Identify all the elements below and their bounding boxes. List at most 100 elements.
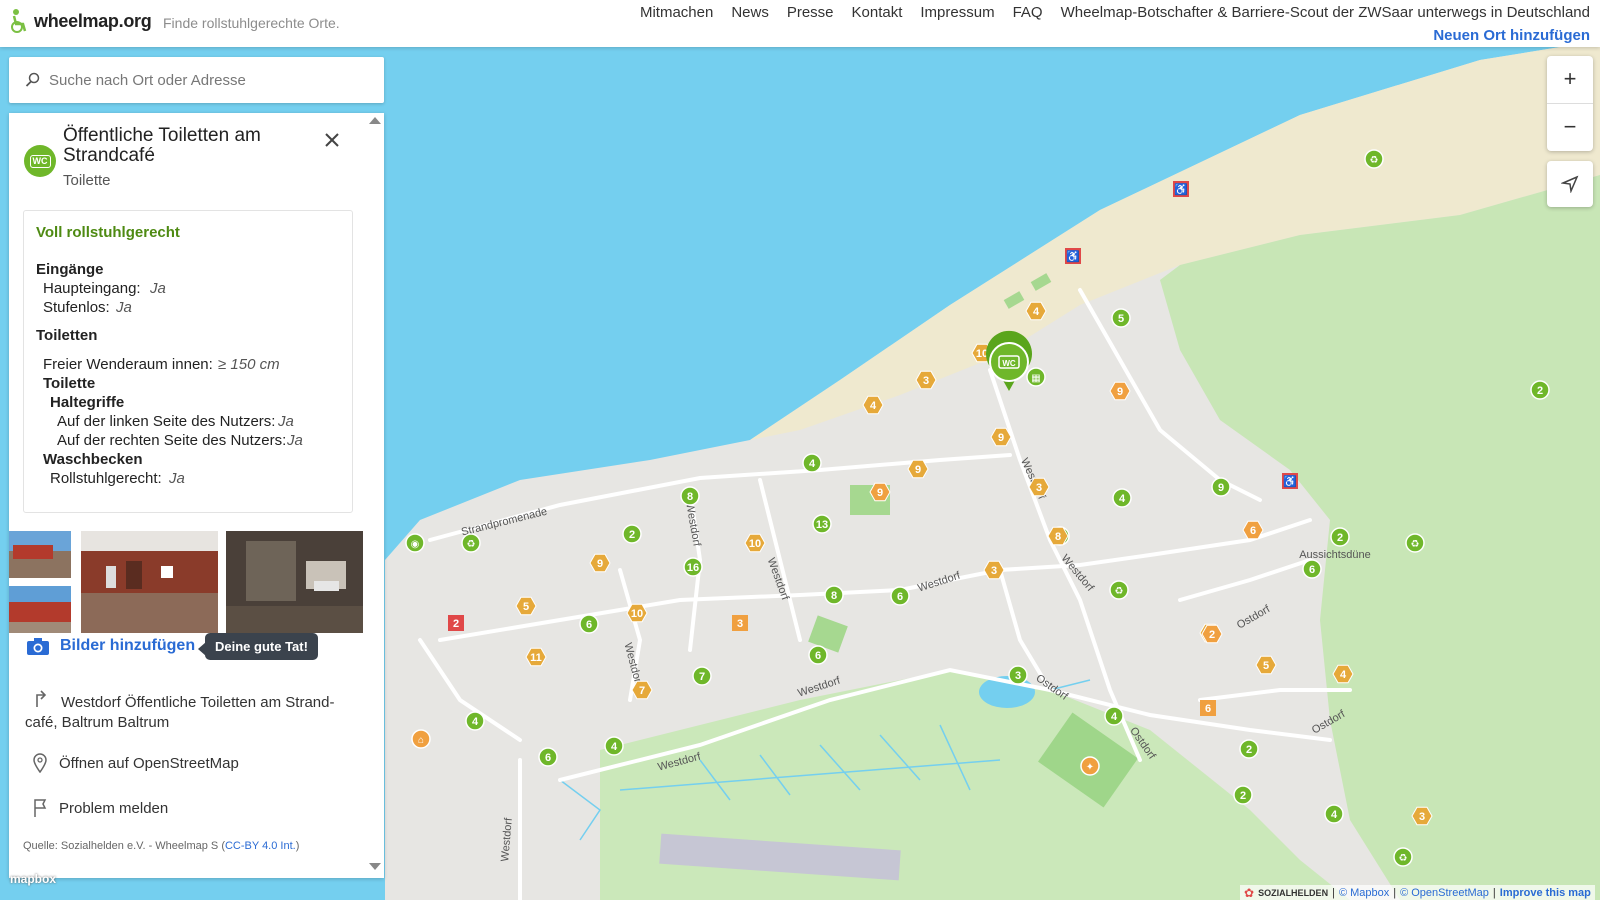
cluster-marker-yellow[interactable]: 3 [983, 560, 1005, 580]
recycling-marker-icon[interactable]: ♻ [1393, 847, 1413, 867]
close-icon[interactable] [322, 130, 342, 150]
photo-thumbnail[interactable] [81, 531, 218, 633]
mapbox-logo[interactable]: mapbox [10, 872, 56, 886]
cluster-marker-green[interactable]: 2 [622, 524, 642, 544]
recycling-marker-icon[interactable]: ♻ [1405, 533, 1425, 553]
cluster-marker-green[interactable]: 6 [890, 586, 910, 606]
cluster-marker-yellow[interactable]: 10 [744, 533, 766, 553]
cluster-marker-yellow[interactable]: 9 [907, 459, 929, 479]
street-label: Aussichtsdüne [1299, 549, 1371, 561]
cluster-marker-yellow[interactable]: 3 [1028, 477, 1050, 497]
cluster-marker-yellow[interactable]: 5 [515, 596, 537, 616]
osm-attribution-link[interactable]: © OpenStreetMap [1400, 887, 1489, 899]
cluster-marker-green[interactable]: 6 [579, 614, 599, 634]
svg-text:3: 3 [1036, 482, 1042, 494]
svg-text:10: 10 [631, 608, 643, 620]
cluster-marker-yellow[interactable]: 10 [626, 603, 648, 623]
home-marker-icon[interactable]: ⌂ [411, 729, 431, 749]
cluster-marker-green[interactable]: 6 [1302, 559, 1322, 579]
locate-me-button[interactable] [1547, 161, 1593, 207]
svg-text:16: 16 [687, 562, 699, 574]
photo-thumbnail[interactable] [9, 586, 71, 633]
cluster-marker-green[interactable]: 16 [683, 557, 703, 577]
svg-text:9: 9 [597, 558, 603, 570]
sozialhelden-label[interactable]: SOZIALHELDEN [1258, 888, 1328, 898]
add-place-link[interactable]: Neuen Ort hinzufügen [1433, 27, 1590, 44]
cluster-marker-yellow[interactable]: 7 [631, 680, 653, 700]
cluster-marker-yellow[interactable]: 5 [1255, 655, 1277, 675]
cluster-marker-green[interactable]: 6 [808, 645, 828, 665]
svg-text:3: 3 [737, 618, 743, 630]
attr-value: Ja [169, 470, 185, 487]
nav-mitmachen[interactable]: Mitmachen [640, 4, 713, 21]
cluster-marker-green[interactable]: 8 [680, 486, 700, 506]
nav-presse[interactable]: Presse [787, 4, 834, 21]
zoom-out-button[interactable]: − [1547, 104, 1593, 150]
license-link[interactable]: CC-BY 4.0 Int. [225, 840, 296, 852]
svg-text:♻: ♻ [1115, 586, 1124, 597]
cluster-marker-green[interactable]: 4 [802, 453, 822, 473]
cluster-marker-green[interactable]: 6 [538, 747, 558, 767]
photo-thumbnail[interactable] [226, 531, 363, 633]
nav-news[interactable]: News [731, 4, 769, 21]
cluster-marker-yellow[interactable]: 4 [1332, 664, 1354, 684]
cluster-marker-green[interactable]: 2 [1233, 785, 1253, 805]
cluster-marker-yellow[interactable]: 9 [589, 553, 611, 573]
cluster-marker-green[interactable]: 3 [1008, 665, 1028, 685]
cluster-marker-square[interactable]: 3 [732, 615, 748, 631]
sports-marker-icon[interactable]: ✦ [1080, 756, 1100, 776]
add-photos-button[interactable]: Bilder hinzufügen [26, 636, 195, 656]
cluster-marker-orange[interactable]: 6 [1242, 520, 1264, 540]
cluster-marker-green[interactable]: 2 [1530, 380, 1550, 400]
cluster-marker-orange[interactable]: 9 [1109, 381, 1131, 401]
nav-impressum[interactable]: Impressum [920, 4, 994, 21]
camera-marker-icon[interactable]: ◉ [405, 533, 425, 553]
cluster-marker-green[interactable]: 4 [465, 711, 485, 731]
cluster-marker-yellow[interactable]: 11 [525, 647, 547, 667]
mapbox-attribution-link[interactable]: © Mapbox [1339, 887, 1389, 899]
building-red-marker-icon[interactable]: ♿ [1282, 473, 1298, 489]
cluster-marker-yellow[interactable]: 4 [862, 395, 884, 415]
wheelchair-marker-icon[interactable]: ♿ [1173, 181, 1189, 197]
cluster-marker-square[interactable]: 6 [1200, 700, 1216, 716]
cluster-marker-yellow[interactable]: 3 [1411, 806, 1433, 826]
wheelchair-marker-icon[interactable]: ♿ [1065, 248, 1081, 264]
cluster-marker-green[interactable]: 7 [692, 666, 712, 686]
nav-faq[interactable]: FAQ [1013, 4, 1043, 21]
recycling-marker-icon[interactable]: ♻ [1109, 580, 1129, 600]
cluster-marker-orange[interactable]: 2 [1201, 624, 1223, 644]
cluster-marker-green[interactable]: 9 [1211, 477, 1231, 497]
cluster-marker-green[interactable]: 2 [1330, 527, 1350, 547]
cluster-marker-green[interactable]: 2 [1239, 739, 1259, 759]
cluster-marker-green[interactable]: 4 [1112, 488, 1132, 508]
search-icon [25, 72, 40, 87]
good-deed-tooltip: Deine gute Tat! [198, 633, 318, 660]
cluster-marker-yellow[interactable]: 3 [915, 370, 937, 390]
scroll-up-arrow-icon[interactable] [369, 117, 381, 124]
recycling-marker-icon[interactable]: ♻ [461, 533, 481, 553]
cluster-marker-green[interactable]: 13 [812, 514, 832, 534]
report-problem-link[interactable]: Problem melden [33, 798, 168, 818]
photo-thumbnail[interactable] [9, 531, 71, 578]
open-osm-link[interactable]: Öffnen auf OpenStreetMap [33, 753, 239, 773]
cluster-marker-green[interactable]: 4 [1324, 804, 1344, 824]
recycling-marker-icon[interactable]: ♻ [1364, 149, 1384, 169]
improve-map-link[interactable]: Improve this map [1500, 887, 1591, 899]
scroll-down-arrow-icon[interactable] [369, 863, 381, 870]
nav-kontakt[interactable]: Kontakt [852, 4, 903, 21]
cluster-marker-yellow[interactable]: 9 [990, 427, 1012, 447]
building-marker-icon[interactable]: ▦ [1026, 367, 1046, 387]
cluster-marker-red[interactable]: 2 [448, 615, 464, 631]
wheelmap-logo[interactable]: wheelmap.org [10, 8, 152, 34]
cluster-marker-yellow[interactable]: 4 [1025, 301, 1047, 321]
cluster-marker-yellow[interactable]: 8 [1047, 526, 1069, 546]
search-input[interactable] [47, 70, 371, 90]
zoom-in-button[interactable]: + [1547, 56, 1593, 102]
cluster-marker-green[interactable]: 5 [1111, 308, 1131, 328]
cluster-marker-green[interactable]: 8 [824, 585, 844, 605]
cluster-marker-green[interactable]: 4 [604, 736, 624, 756]
cluster-marker-green[interactable]: 4 [1104, 706, 1124, 726]
cluster-marker-orange[interactable]: 9 [869, 482, 891, 502]
svg-text:6: 6 [1205, 703, 1211, 715]
nav-botschafter[interactable]: Wheelmap-Botschafter & Barriere-Scout de… [1061, 4, 1590, 21]
